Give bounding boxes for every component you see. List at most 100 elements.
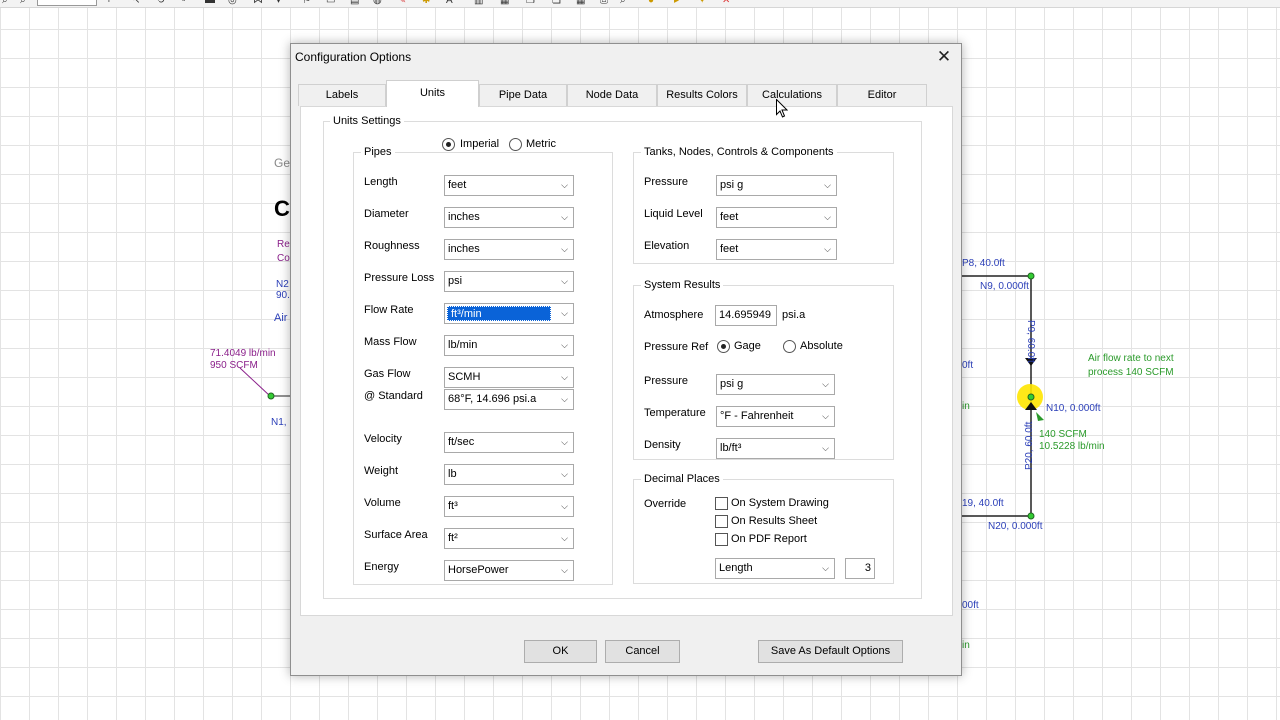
atmosphere-unit: psi.a [782,309,806,321]
units-settings-legend: Units Settings [330,115,404,128]
tab-node-data[interactable]: Node Data [567,84,657,106]
roughness-select[interactable]: inches ⌵ [444,239,574,260]
chevron-down-icon: ⌵ [561,533,568,543]
bg-label-in-1: in [962,401,970,412]
velocity-label: Velocity [364,433,402,445]
roughness-label: Roughness [364,240,420,252]
pressure-loss-label: Pressure Loss [364,272,435,284]
configuration-dialog: Configuration Options ✕ Labels Units Pip… [290,43,962,676]
temperature-select[interactable]: °F - Fahrenheit ⌵ [716,406,835,427]
surface-area-select[interactable]: ft² ⌵ [444,528,574,549]
bg-label-oft-1: 0ft [962,360,974,371]
flow-rate-select[interactable]: ft³/min ⌵ [444,303,574,324]
tanks-group: Tanks, Nodes, Controls & Components Pres… [633,146,894,264]
decimal-field-select[interactable]: Length ⌵ [715,558,835,579]
chevron-down-icon: ⌵ [822,443,829,453]
chevron-down-icon: ⌵ [561,437,568,447]
liquid-level-label: Liquid Level [644,208,703,220]
gage-label: Gage [734,340,761,352]
close-icon[interactable]: ✕ [933,46,955,68]
on-results-sheet-checkbox[interactable] [715,515,728,528]
chevron-down-icon: ⌵ [561,565,568,575]
pipes-legend: Pipes [361,146,395,159]
chevron-down-icon: ⌵ [561,244,568,254]
chevron-down-icon: ⌵ [561,308,568,318]
elevation-label: Elevation [644,240,690,252]
bg-label-p20: P20, 60.0ft [1024,421,1035,470]
absolute-label: Absolute [800,340,843,352]
mouse-cursor-icon [776,99,788,118]
gage-radio[interactable] [717,340,730,353]
results-pressure-select[interactable]: psi g ⌵ [716,374,835,395]
absolute-radio[interactable] [783,340,796,353]
density-select[interactable]: lb/ft³ ⌵ [716,438,835,459]
node-n10 [1027,393,1035,401]
diameter-select[interactable]: inches ⌵ [444,207,574,228]
pressure-loss-select[interactable]: psi ⌵ [444,271,574,292]
cancel-button[interactable]: Cancel [605,640,680,663]
tab-calculations[interactable]: Calculations [747,84,837,106]
chevron-down-icon: ⌵ [824,212,831,222]
on-results-sheet-label: On Results Sheet [731,515,818,527]
atmosphere-label: Atmosphere [644,309,704,321]
bg-flow-right-2: 10.5228 lb/min [1039,441,1105,452]
chevron-down-icon: ⌵ [561,501,568,511]
flow-arrow-left [239,367,271,397]
chevron-down-icon: ⌵ [822,411,829,421]
chevron-down-icon: ⌵ [561,180,568,190]
gas-flow-label: Gas Flow [364,368,411,380]
tab-labels[interactable]: Labels [298,84,386,106]
metric-label: Metric [526,138,556,150]
volume-select[interactable]: ft³ ⌵ [444,496,574,517]
bg-label-n9: N9, 0.000ft [980,281,1029,292]
arrow-out [1036,412,1044,421]
bg-label-p9: P9, 60.0ft [1025,320,1036,363]
chevron-down-icon: ⌵ [561,276,568,286]
liquid-level-select[interactable]: feet ⌵ [716,207,837,228]
mass-flow-label: Mass Flow [364,336,417,348]
chevron-down-icon: ⌵ [822,379,829,389]
elevation-select[interactable]: feet ⌵ [716,239,837,260]
mass-flow-select[interactable]: lb/min ⌵ [444,335,574,356]
weight-label: Weight [364,465,399,477]
decimal-places-group: Decimal Places Override On System Drawin… [633,473,894,584]
bg-note-2: process 140 SCFM [1088,367,1174,378]
standard-label: @ Standard [364,390,423,402]
on-pdf-report-checkbox[interactable] [715,533,728,546]
bg-label-n10: N10, 0.000ft [1046,403,1101,414]
tab-pipe-data[interactable]: Pipe Data [479,84,567,106]
ok-button[interactable]: OK [524,640,597,663]
chevron-down-icon: ⌵ [822,563,829,573]
on-pdf-report-label: On PDF Report [731,533,807,545]
length-select[interactable]: feet ⌵ [444,175,574,196]
imperial-radio[interactable] [442,138,455,151]
atmosphere-input[interactable]: 14.695949 [715,305,777,326]
energy-select[interactable]: HorsePower ⌵ [444,560,574,581]
standard-select[interactable]: 68°F, 14.696 psi.a ⌵ [444,389,574,410]
velocity-select[interactable]: ft/sec ⌵ [444,432,574,453]
gas-flow-select[interactable]: SCMH ⌵ [444,367,574,388]
metric-radio[interactable] [509,138,522,151]
imperial-label: Imperial [460,138,500,150]
chevron-down-icon: ⌵ [561,340,568,350]
tab-editor[interactable]: Editor [837,84,927,106]
tab-results-colors[interactable]: Results Colors [657,84,747,106]
pipes-group: Pipes Length feet ⌵ Diameter inches ⌵ Roug… [353,146,613,585]
on-system-drawing-label: On System Drawing [731,497,829,509]
tank-pressure-select[interactable]: psi g ⌵ [716,175,837,196]
temperature-label: Temperature [644,407,706,419]
override-label: Override [644,498,687,510]
save-default-button[interactable]: Save As Default Options [758,640,903,663]
tank-pressure-label: Pressure [644,176,689,188]
diameter-label: Diameter [364,208,409,220]
flow-rate-label: Flow Rate [364,304,414,316]
tab-units[interactable]: Units [386,80,479,107]
decimal-places-input[interactable]: 3 [845,558,875,579]
chevron-down-icon: ⌵ [824,244,831,254]
system-results-legend: System Results [641,279,724,292]
chevron-down-icon: ⌵ [561,394,568,404]
bg-label-p8: P8, 40.0ft [962,258,1005,269]
system-results-group: System Results Atmosphere 14.695949 psi.… [633,279,894,460]
weight-select[interactable]: lb ⌵ [444,464,574,485]
on-system-drawing-checkbox[interactable] [715,497,728,510]
